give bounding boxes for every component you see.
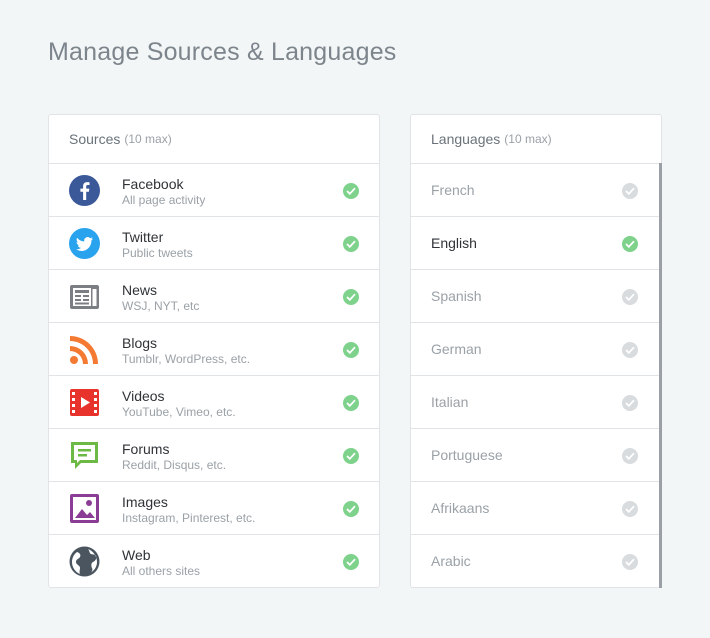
check-icon[interactable] bbox=[343, 342, 359, 358]
language-row-italian[interactable]: Italian bbox=[411, 376, 661, 429]
sources-max-label: (10 max) bbox=[124, 132, 172, 146]
sources-panel: Sources (10 max) Facebook All page activ… bbox=[48, 114, 380, 588]
check-icon[interactable] bbox=[343, 554, 359, 570]
language-row-german[interactable]: German bbox=[411, 323, 661, 376]
source-row-twitter[interactable]: Twitter Public tweets bbox=[49, 217, 379, 270]
source-desc: Reddit, Disqus, etc. bbox=[122, 458, 227, 472]
source-desc: All page activity bbox=[122, 193, 206, 207]
check-icon[interactable] bbox=[622, 448, 638, 464]
sources-header: Sources (10 max) bbox=[49, 115, 379, 164]
source-name: Blogs bbox=[122, 335, 158, 351]
newspaper-icon bbox=[69, 281, 100, 312]
language-name: Italian bbox=[431, 394, 469, 410]
page-title: Manage Sources & Languages bbox=[48, 38, 397, 66]
source-row-videos[interactable]: Videos YouTube, Vimeo, etc. bbox=[49, 376, 379, 429]
language-row-english[interactable]: English bbox=[411, 217, 661, 270]
language-name: Arabic bbox=[431, 553, 471, 569]
source-desc: YouTube, Vimeo, etc. bbox=[122, 405, 236, 419]
source-name: Forums bbox=[122, 441, 170, 457]
language-row-arabic[interactable]: Arabic bbox=[411, 535, 661, 588]
source-name: News bbox=[122, 282, 158, 298]
languages-panel: Languages (10 max) French English Spanis… bbox=[410, 114, 662, 588]
video-icon bbox=[69, 387, 100, 418]
source-row-images[interactable]: Images Instagram, Pinterest, etc. bbox=[49, 482, 379, 535]
twitter-icon bbox=[69, 228, 100, 259]
check-icon[interactable] bbox=[622, 342, 638, 358]
sources-header-label: Sources bbox=[69, 131, 121, 147]
image-icon bbox=[69, 493, 100, 524]
check-icon[interactable] bbox=[343, 183, 359, 199]
source-row-facebook[interactable]: Facebook All page activity bbox=[49, 164, 379, 217]
check-icon[interactable] bbox=[343, 448, 359, 464]
check-icon[interactable] bbox=[622, 183, 638, 199]
globe-icon bbox=[69, 546, 100, 577]
source-name: Facebook bbox=[122, 176, 184, 192]
source-row-news[interactable]: News WSJ, NYT, etc bbox=[49, 270, 379, 323]
language-row-french[interactable]: French bbox=[411, 164, 661, 217]
languages-header-label: Languages bbox=[431, 131, 501, 147]
source-row-blogs[interactable]: Blogs Tumblr, WordPress, etc. bbox=[49, 323, 379, 376]
language-name: Spanish bbox=[431, 288, 482, 304]
source-name: Twitter bbox=[122, 229, 164, 245]
language-name: French bbox=[431, 182, 475, 198]
check-icon[interactable] bbox=[622, 501, 638, 517]
language-row-portuguese[interactable]: Portuguese bbox=[411, 429, 661, 482]
languages-header: Languages (10 max) bbox=[411, 115, 661, 164]
language-row-afrikaans[interactable]: Afrikaans bbox=[411, 482, 661, 535]
language-name: Afrikaans bbox=[431, 500, 490, 516]
language-name: English bbox=[431, 235, 477, 251]
language-row-spanish[interactable]: Spanish bbox=[411, 270, 661, 323]
source-name: Images bbox=[122, 494, 168, 510]
source-name: Web bbox=[122, 547, 151, 563]
language-name: German bbox=[431, 341, 482, 357]
source-desc: Instagram, Pinterest, etc. bbox=[122, 511, 256, 525]
forum-icon bbox=[69, 440, 100, 471]
languages-max-label: (10 max) bbox=[504, 132, 552, 146]
source-row-web[interactable]: Web All others sites bbox=[49, 535, 379, 588]
check-icon[interactable] bbox=[343, 501, 359, 517]
check-icon[interactable] bbox=[622, 395, 638, 411]
languages-scrollbar[interactable] bbox=[659, 163, 662, 588]
check-icon[interactable] bbox=[622, 554, 638, 570]
source-desc: All others sites bbox=[122, 564, 201, 578]
language-name: Portuguese bbox=[431, 447, 503, 463]
check-icon[interactable] bbox=[622, 236, 638, 252]
facebook-icon bbox=[69, 175, 100, 206]
source-name: Videos bbox=[122, 388, 165, 404]
source-row-forums[interactable]: Forums Reddit, Disqus, etc. bbox=[49, 429, 379, 482]
rss-icon bbox=[69, 334, 100, 365]
check-icon[interactable] bbox=[622, 289, 638, 305]
check-icon[interactable] bbox=[343, 289, 359, 305]
source-desc: Tumblr, WordPress, etc. bbox=[122, 352, 251, 366]
source-desc: WSJ, NYT, etc bbox=[122, 299, 200, 313]
check-icon[interactable] bbox=[343, 236, 359, 252]
source-desc: Public tweets bbox=[122, 246, 193, 260]
check-icon[interactable] bbox=[343, 395, 359, 411]
